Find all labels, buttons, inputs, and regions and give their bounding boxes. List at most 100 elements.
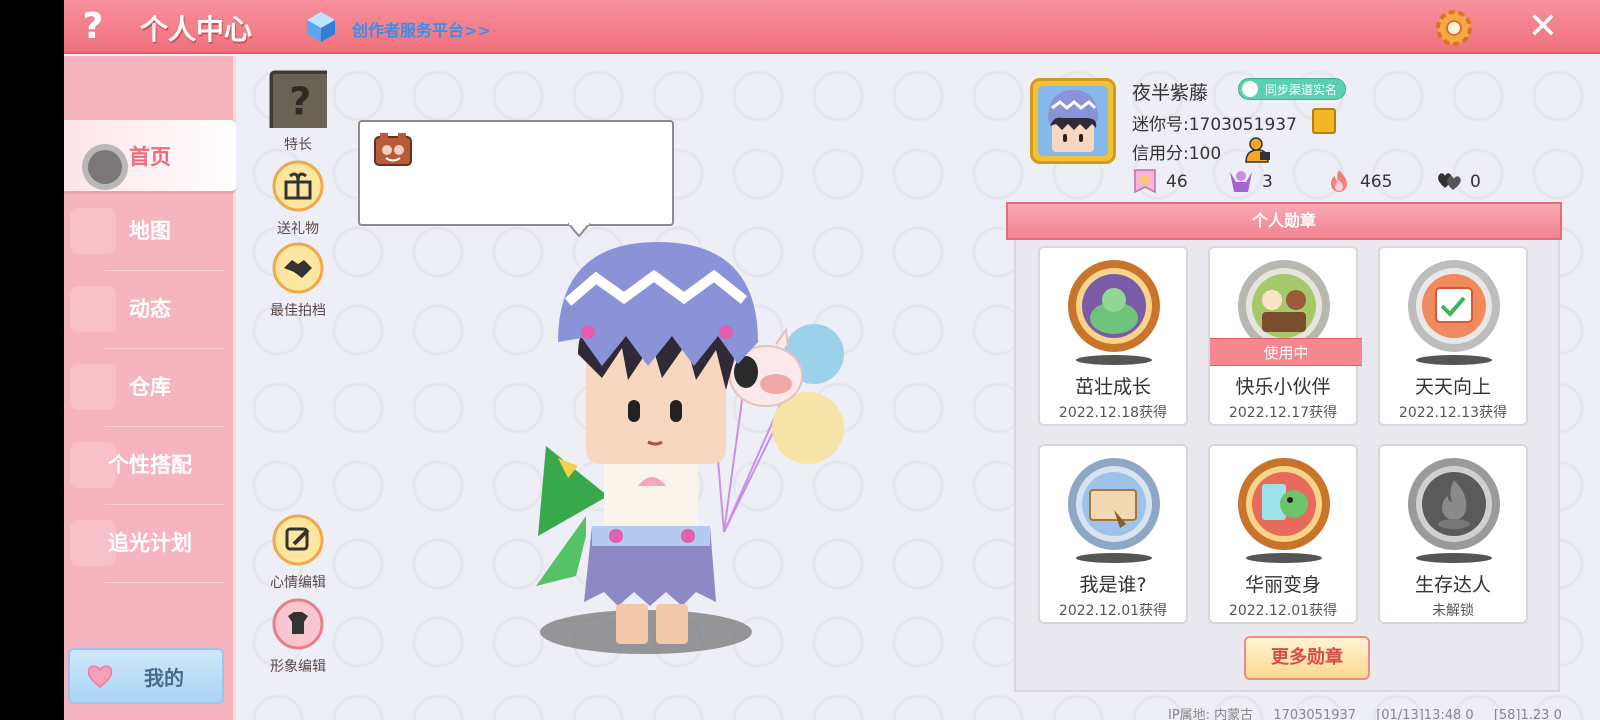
cube-icon[interactable]: [304, 10, 338, 44]
ip-location: IP属地: 内蒙古: [1168, 708, 1254, 720]
medal-name: 茁壮成长: [1074, 376, 1151, 398]
player-nickname: 夜半紫藤: [1132, 82, 1209, 104]
medal-name: 华丽变身: [1244, 574, 1321, 596]
footer-status: IP属地: 内蒙古 1703051937 [01/13]13:48 0 [58]…: [1168, 704, 1578, 720]
stat-value: 0: [1470, 172, 1481, 192]
divider: [104, 348, 224, 349]
plus-flag-icon: [1134, 169, 1156, 194]
verify-badge[interactable]: 同步渠道实名: [1238, 78, 1347, 100]
medal-daily-progress-icon: [1408, 260, 1500, 365]
divider: [104, 426, 224, 427]
mood-edit-button[interactable]: 心情编辑: [258, 514, 338, 592]
sidebar-item-light-plan[interactable]: 追光计划: [64, 506, 236, 580]
divider: [104, 270, 224, 271]
help-button[interactable]: ?: [70, 4, 116, 50]
mood-speech-bubble[interactable]: [358, 120, 674, 226]
page-title: 个人中心: [140, 13, 253, 46]
svg-text:?: ?: [289, 80, 311, 124]
medal-card-survival-master[interactable]: 生存达人 未解锁: [1378, 444, 1528, 624]
verify-badge-label: 同步渠道实名: [1265, 83, 1338, 97]
footer-uid: 1703051937: [1273, 708, 1357, 720]
medal-card-growth[interactable]: 茁壮成长 2022.12.18获得: [1038, 246, 1188, 426]
in-use-badge: 使用中: [1210, 338, 1362, 366]
sidebar-item-outfit[interactable]: 个性搭配: [64, 428, 236, 502]
map-icon: [70, 208, 116, 254]
player-character[interactable]: [476, 236, 876, 686]
cheer-icon: [1230, 171, 1252, 192]
specialty-label: 特长: [284, 137, 312, 153]
edit-icon: [272, 514, 324, 566]
question-box-icon: ?: [269, 70, 334, 135]
sidebar-item-label: 追光计划: [108, 531, 192, 555]
medal-name: 生存达人: [1414, 574, 1491, 596]
avatar-edit-label: 形象编辑: [270, 659, 326, 675]
top-header: ? 个人中心 创作者服务平台>> ✕: [64, 0, 1600, 54]
personal-center-screen: ? 个人中心 创作者服务平台>> ✕ 首页 地图 动态 仓库 个性搭配 追光计划…: [64, 0, 1600, 720]
medal-date: 2022.12.17获得: [1228, 405, 1338, 421]
sidebar-item-label: 首页: [129, 145, 171, 169]
sidebar: 首页 地图 动态 仓库 个性搭配 追光计划 我的: [64, 56, 236, 720]
stat-value: 3: [1262, 172, 1273, 192]
avatar-portrait: [1038, 86, 1108, 156]
sidebar-item-label: 仓库: [129, 375, 171, 399]
mine-label: 我的: [144, 666, 184, 690]
medal-name: 快乐小伙伴: [1235, 376, 1331, 398]
hearts-icon: [1438, 173, 1461, 190]
outfit-edit-icon: [272, 598, 324, 650]
medal-date: 2022.12.01获得: [1228, 603, 1338, 619]
house-icon: [70, 364, 116, 410]
medal-date: 2022.12.18获得: [1058, 405, 1168, 421]
best-partner-label: 最佳拍档: [270, 303, 326, 319]
copy-icon[interactable]: [1312, 108, 1336, 134]
send-gift-button[interactable]: 送礼物: [258, 160, 338, 238]
mood-edit-label: 心情编辑: [270, 575, 326, 591]
person-check-icon: [1242, 81, 1258, 97]
divider: [104, 504, 224, 505]
touch-indicator: [82, 144, 128, 190]
medal-name: 我是谁?: [1079, 574, 1147, 596]
avatar[interactable]: [1030, 78, 1116, 164]
sidebar-item-feed[interactable]: 动态: [64, 272, 236, 346]
medal-section-title: 个人勋章: [1006, 202, 1562, 240]
sidebar-item-storage[interactable]: 仓库: [64, 350, 236, 424]
mine-button[interactable]: 我的: [68, 648, 224, 704]
handshake-icon: [272, 242, 324, 294]
bubble-tail: [568, 223, 590, 237]
send-gift-label: 送礼物: [277, 221, 319, 237]
creator-platform-link[interactable]: 创作者服务平台>>: [352, 17, 491, 41]
medal-name: 天天向上: [1414, 376, 1491, 398]
medal-growth-icon: [1068, 260, 1160, 365]
specialty-button[interactable]: ? 特长: [258, 70, 338, 154]
footer-misc: [58]1.23 0: [1493, 708, 1562, 720]
fire-icon: [1331, 170, 1347, 192]
sidebar-item-label: 动态: [129, 297, 171, 321]
medal-transformation-icon: [1238, 458, 1330, 563]
medal-who-am-i-icon: [1068, 458, 1160, 563]
gear-icon[interactable]: [1432, 6, 1476, 50]
medal-card-transformation[interactable]: 华丽变身 2022.12.01获得: [1208, 444, 1358, 624]
bell-icon: [70, 286, 116, 332]
mini-id: 迷你号:1703051937: [1132, 115, 1297, 135]
medal-date: 2022.12.13获得: [1398, 405, 1508, 421]
sidebar-item-label: 地图: [129, 219, 171, 243]
mood-emoji-icon: [374, 133, 412, 166]
medal-date: 2022.12.01获得: [1058, 603, 1168, 619]
close-button[interactable]: ✕: [1522, 6, 1564, 48]
more-medals-button[interactable]: 更多勋章: [1244, 636, 1370, 680]
stat-value: 46: [1166, 172, 1188, 192]
medal-survival-master-icon: [1408, 458, 1500, 563]
gift-icon: [272, 160, 324, 212]
sidebar-item-map[interactable]: 地图: [64, 194, 236, 268]
divider: [104, 582, 224, 583]
avatar-edit-button[interactable]: 形象编辑: [258, 598, 338, 676]
heart-icon: [87, 665, 113, 688]
best-partner-button[interactable]: 最佳拍档: [258, 242, 338, 320]
medal-card-happy-buddies[interactable]: 使用中 快乐小伙伴 2022.12.17获得: [1208, 246, 1362, 426]
medal-lock-status: 未解锁: [1432, 603, 1474, 619]
medal-card-daily-progress[interactable]: 天天向上 2022.12.13获得: [1378, 246, 1528, 426]
stat-value: 465: [1360, 172, 1393, 192]
sidebar-item-label: 个性搭配: [108, 453, 192, 477]
footer-time: [01/13]13:48 0: [1376, 708, 1474, 720]
credit-person-icon[interactable]: [1244, 136, 1272, 164]
medal-card-who-am-i[interactable]: 我是谁? 2022.12.01获得: [1038, 444, 1188, 624]
